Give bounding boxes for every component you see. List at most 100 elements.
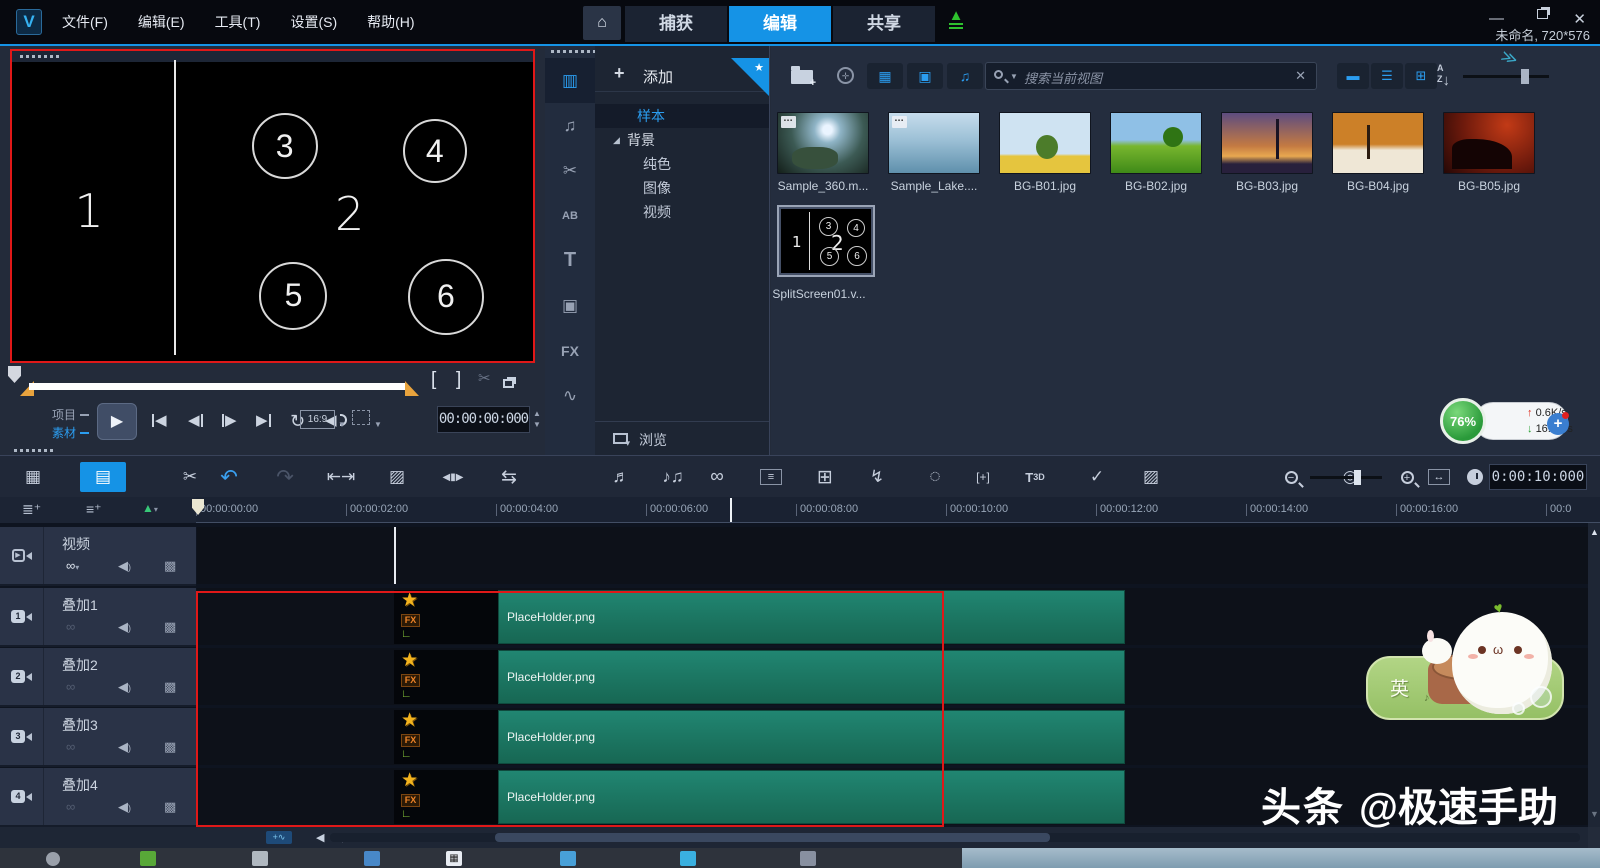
menu-settings[interactable]: 设置(S)	[290, 12, 337, 32]
track-manager-icon[interactable]: ≣⁺	[22, 501, 41, 518]
library-item-bg-b01[interactable]: BG-B01.jpg	[999, 112, 1091, 193]
mask-editor-icon[interactable]: ▨	[1136, 462, 1166, 492]
time-remap-icon[interactable]: ∞	[702, 462, 732, 492]
transparency-icon[interactable]: ▩	[164, 558, 176, 574]
sound-mixer-icon[interactable]: ♬	[606, 462, 636, 492]
duration-clock-icon[interactable]	[1460, 462, 1490, 492]
home-icon[interactable]: ⌂	[583, 6, 621, 40]
filter-photos-icon[interactable]: ▣	[907, 63, 943, 89]
fit-project-icon[interactable]: ⇤⇥	[326, 462, 356, 492]
timeline-vscrollbar[interactable]: ▲ ▼	[1588, 523, 1600, 827]
taskbar-app-icon[interactable]	[680, 851, 696, 866]
motion-path-icon[interactable]: ∿	[545, 373, 595, 418]
undo-icon[interactable]: ↶	[214, 462, 244, 492]
track-content-video[interactable]	[197, 527, 1588, 584]
redo-icon[interactable]: ↷	[270, 462, 300, 492]
library-item-sample-360[interactable]: ▪▪▪ Sample_360.m...	[777, 112, 869, 193]
storyboard-view-icon[interactable]: ▦	[18, 462, 48, 492]
3d-title-editor-icon[interactable]: T3D	[1020, 462, 1050, 492]
tree-item-sample[interactable]: 样本	[595, 104, 769, 128]
mute-icon[interactable]: ◀)	[118, 799, 131, 815]
scroll-up-icon[interactable]: ▲	[1590, 527, 1599, 537]
zoom-slider-thumb[interactable]	[1354, 470, 1361, 485]
mute-icon[interactable]: ◀)	[118, 739, 131, 755]
link-icon[interactable]: ∞	[66, 619, 75, 634]
link-icon[interactable]: ∞▾	[66, 558, 79, 573]
filter-audio-icon[interactable]: ♫	[947, 63, 983, 89]
preview-canvas[interactable]: 1 2 3 4 5 6	[10, 49, 535, 363]
transparency-icon[interactable]: ▩	[164, 799, 176, 815]
play-button[interactable]: ▶	[97, 403, 137, 440]
tab-capture[interactable]: 捕获	[625, 6, 727, 42]
zoom-in-icon[interactable]: +	[1392, 462, 1422, 492]
add-track-icon[interactable]: ≡⁺	[86, 501, 102, 518]
tab-share[interactable]: 共享	[833, 6, 935, 42]
menu-tools[interactable]: 工具(T)	[215, 12, 261, 32]
search-input[interactable]: 搜索当前视图	[1024, 68, 1102, 87]
filter-videos-icon[interactable]: ▦	[867, 63, 903, 89]
view-thumbnail-icon[interactable]: ⊞	[1405, 63, 1437, 89]
browse-bar[interactable]: 浏览	[595, 421, 769, 455]
tab-edit[interactable]: 编辑	[729, 6, 831, 42]
next-frame-button[interactable]: ▶	[222, 411, 237, 429]
aspect-dropdown-icon[interactable]: ▼	[338, 420, 346, 429]
track-header-overlay4[interactable]: 4 叠加4 ∞ ◀) ▩	[0, 768, 196, 827]
restore-button[interactable]	[1537, 6, 1548, 23]
timeline-ruler[interactable]: ≣⁺ ≡⁺ ▲▾ 00:00:00:00 00:00:02:00 00:00:0…	[0, 497, 1600, 523]
search-box[interactable]: ▼ 搜索当前视图 ✕	[985, 62, 1317, 90]
track-header-overlay1[interactable]: 1 叠加1 ∞ ◀) ▩	[0, 588, 196, 647]
project-mode-toggle[interactable]: 项目	[52, 406, 89, 423]
split-clip-scissors-icon[interactable]: ✂	[478, 369, 491, 387]
trim-end-handle[interactable]	[405, 381, 419, 396]
view-detail-icon[interactable]: ▬	[1337, 63, 1369, 89]
taskbar-app-icon[interactable]	[364, 851, 380, 866]
timeline-timecode[interactable]: 0:00:10:000	[1489, 464, 1587, 490]
chapter-marker-icon[interactable]: ▲▾	[142, 501, 158, 515]
fit-timeline-icon[interactable]: ↔	[1424, 462, 1454, 492]
taskbar-start-icon[interactable]	[46, 852, 60, 866]
preview-drag-handle[interactable]	[12, 51, 533, 62]
media-library-icon[interactable]: ▥	[545, 58, 595, 103]
aspect-ratio-select[interactable]: 16:9	[300, 410, 335, 429]
taskbar-app-icon[interactable]	[800, 851, 816, 866]
search-clear-icon[interactable]: ✕	[1295, 68, 1306, 84]
taskbar-app-icon[interactable]	[140, 851, 156, 866]
timeline-zoom-slider[interactable]	[1310, 476, 1382, 479]
instant-project-icon[interactable]: ✂	[545, 148, 595, 193]
upload-icon[interactable]: ▲	[946, 9, 966, 29]
library-item-bg-b02[interactable]: BG-B02.jpg	[1110, 112, 1202, 193]
track-header-overlay2[interactable]: 2 叠加2 ∞ ◀) ▩	[0, 648, 196, 707]
slider-thumb[interactable]	[1521, 69, 1529, 84]
tree-item-video[interactable]: 视频	[595, 200, 769, 224]
go-to-start-button[interactable]: ◀	[152, 411, 167, 429]
link-icon[interactable]: ∞	[66, 679, 75, 694]
enlarge-preview-icon[interactable]	[503, 372, 514, 394]
add-audio-track-icon[interactable]: +∿	[266, 831, 292, 844]
go-to-end-button[interactable]: ▶	[256, 411, 271, 429]
link-icon[interactable]: ∞	[66, 799, 75, 814]
timecode-spinner[interactable]: ▲▼	[533, 408, 541, 430]
scroll-left-icon[interactable]: ◀	[316, 831, 324, 844]
network-monitor-widget[interactable]: ↑ 0.6K/s ↓ 16.3K/s + 76%	[1440, 398, 1568, 444]
title-icon[interactable]: T	[545, 238, 595, 283]
preview-timecode[interactable]: 00:00:00:000	[437, 406, 530, 433]
accelerate-plus-icon[interactable]: +	[1547, 413, 1569, 435]
transparency-icon[interactable]: ▩	[164, 739, 176, 755]
mute-icon[interactable]: ◀)	[118, 558, 131, 574]
track-header-video[interactable]: ▶ 视频 ∞▾ ◀) ▩	[0, 527, 196, 586]
scrub-marker[interactable]	[8, 366, 21, 383]
ripple-edit-icon[interactable]: ⇆	[494, 462, 524, 492]
mute-icon[interactable]: ◀)	[118, 619, 131, 635]
audio-icon[interactable]: ♫	[545, 103, 595, 148]
expand-arrow-icon[interactable]: ◢	[613, 128, 620, 152]
subtitle-editor-icon[interactable]: ≡	[756, 462, 786, 492]
edit-tools-icon[interactable]: ✂	[175, 462, 205, 492]
library-item-splitscreen01-selected[interactable]: 1 2 3 4 5 6	[777, 205, 875, 277]
tree-item-image[interactable]: 图像	[595, 176, 769, 200]
split-screen-template-icon[interactable]: ⊞	[810, 462, 840, 492]
library-item-bg-b05[interactable]: BG-B05.jpg	[1443, 112, 1535, 193]
tree-item-background[interactable]: ◢ 背景	[595, 128, 769, 152]
mask-creator-icon[interactable]: ◌	[920, 462, 950, 492]
add-category-row[interactable]: + 添加 ★	[595, 58, 769, 92]
previous-frame-button[interactable]: ◀	[188, 411, 203, 429]
